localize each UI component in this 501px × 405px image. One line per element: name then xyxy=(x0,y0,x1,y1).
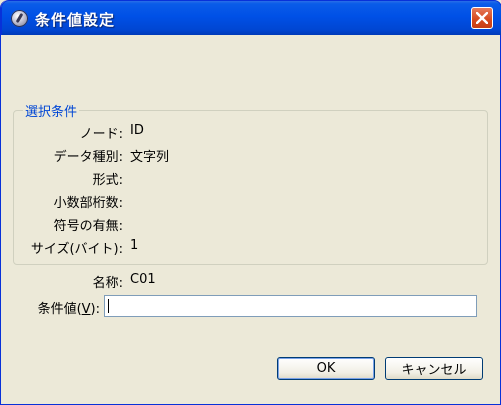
window-title: 条件値設定 xyxy=(35,11,116,29)
group-legend: 選択条件 xyxy=(23,101,80,120)
condition-value-label: 条件値(V): xyxy=(38,298,100,317)
ok-button[interactable]: OK xyxy=(277,357,375,380)
row-label: 形式: xyxy=(92,173,123,188)
condition-label-suffix: ): xyxy=(90,302,100,317)
name-value: C01 xyxy=(130,272,156,287)
condition-value-field[interactable] xyxy=(104,295,477,318)
condition-label-mnemonic: V xyxy=(81,302,91,317)
row-format: 形式: xyxy=(1,169,501,188)
cancel-button[interactable]: キャンセル xyxy=(385,357,483,380)
row-value: 1 xyxy=(130,238,139,253)
dialog-window: 条件値設定 選択条件 ノード: ID データ種別: 文字列 形式: 小数部桁数:… xyxy=(0,0,501,405)
row-value: ID xyxy=(130,123,144,138)
app-disc-icon xyxy=(11,10,28,27)
row-label: データ種別: xyxy=(53,150,123,165)
title-bar[interactable]: 条件値設定 xyxy=(1,0,501,35)
row-label: ノード: xyxy=(79,127,123,142)
row-node: ノード: ID xyxy=(1,123,501,142)
close-button[interactable] xyxy=(471,7,493,29)
row-signed: 符号の有無: xyxy=(1,215,501,234)
row-decimal-digits: 小数部桁数: xyxy=(1,192,501,211)
row-size-bytes: サイズ(バイト): 1 xyxy=(1,238,501,257)
text-caret xyxy=(108,299,109,313)
name-label: 名称: xyxy=(92,276,123,291)
row-label: 小数部桁数: xyxy=(53,196,123,211)
close-x-icon xyxy=(476,12,488,24)
condition-label-prefix: 条件値( xyxy=(37,302,82,317)
row-label: サイズ(バイト): xyxy=(30,242,123,257)
row-value: 文字列 xyxy=(130,150,170,165)
row-label: 符号の有無: xyxy=(53,219,123,234)
name-row: 名称: C01 xyxy=(1,272,501,291)
row-data-type: データ種別: 文字列 xyxy=(1,146,501,165)
condition-value-input[interactable] xyxy=(105,297,476,318)
